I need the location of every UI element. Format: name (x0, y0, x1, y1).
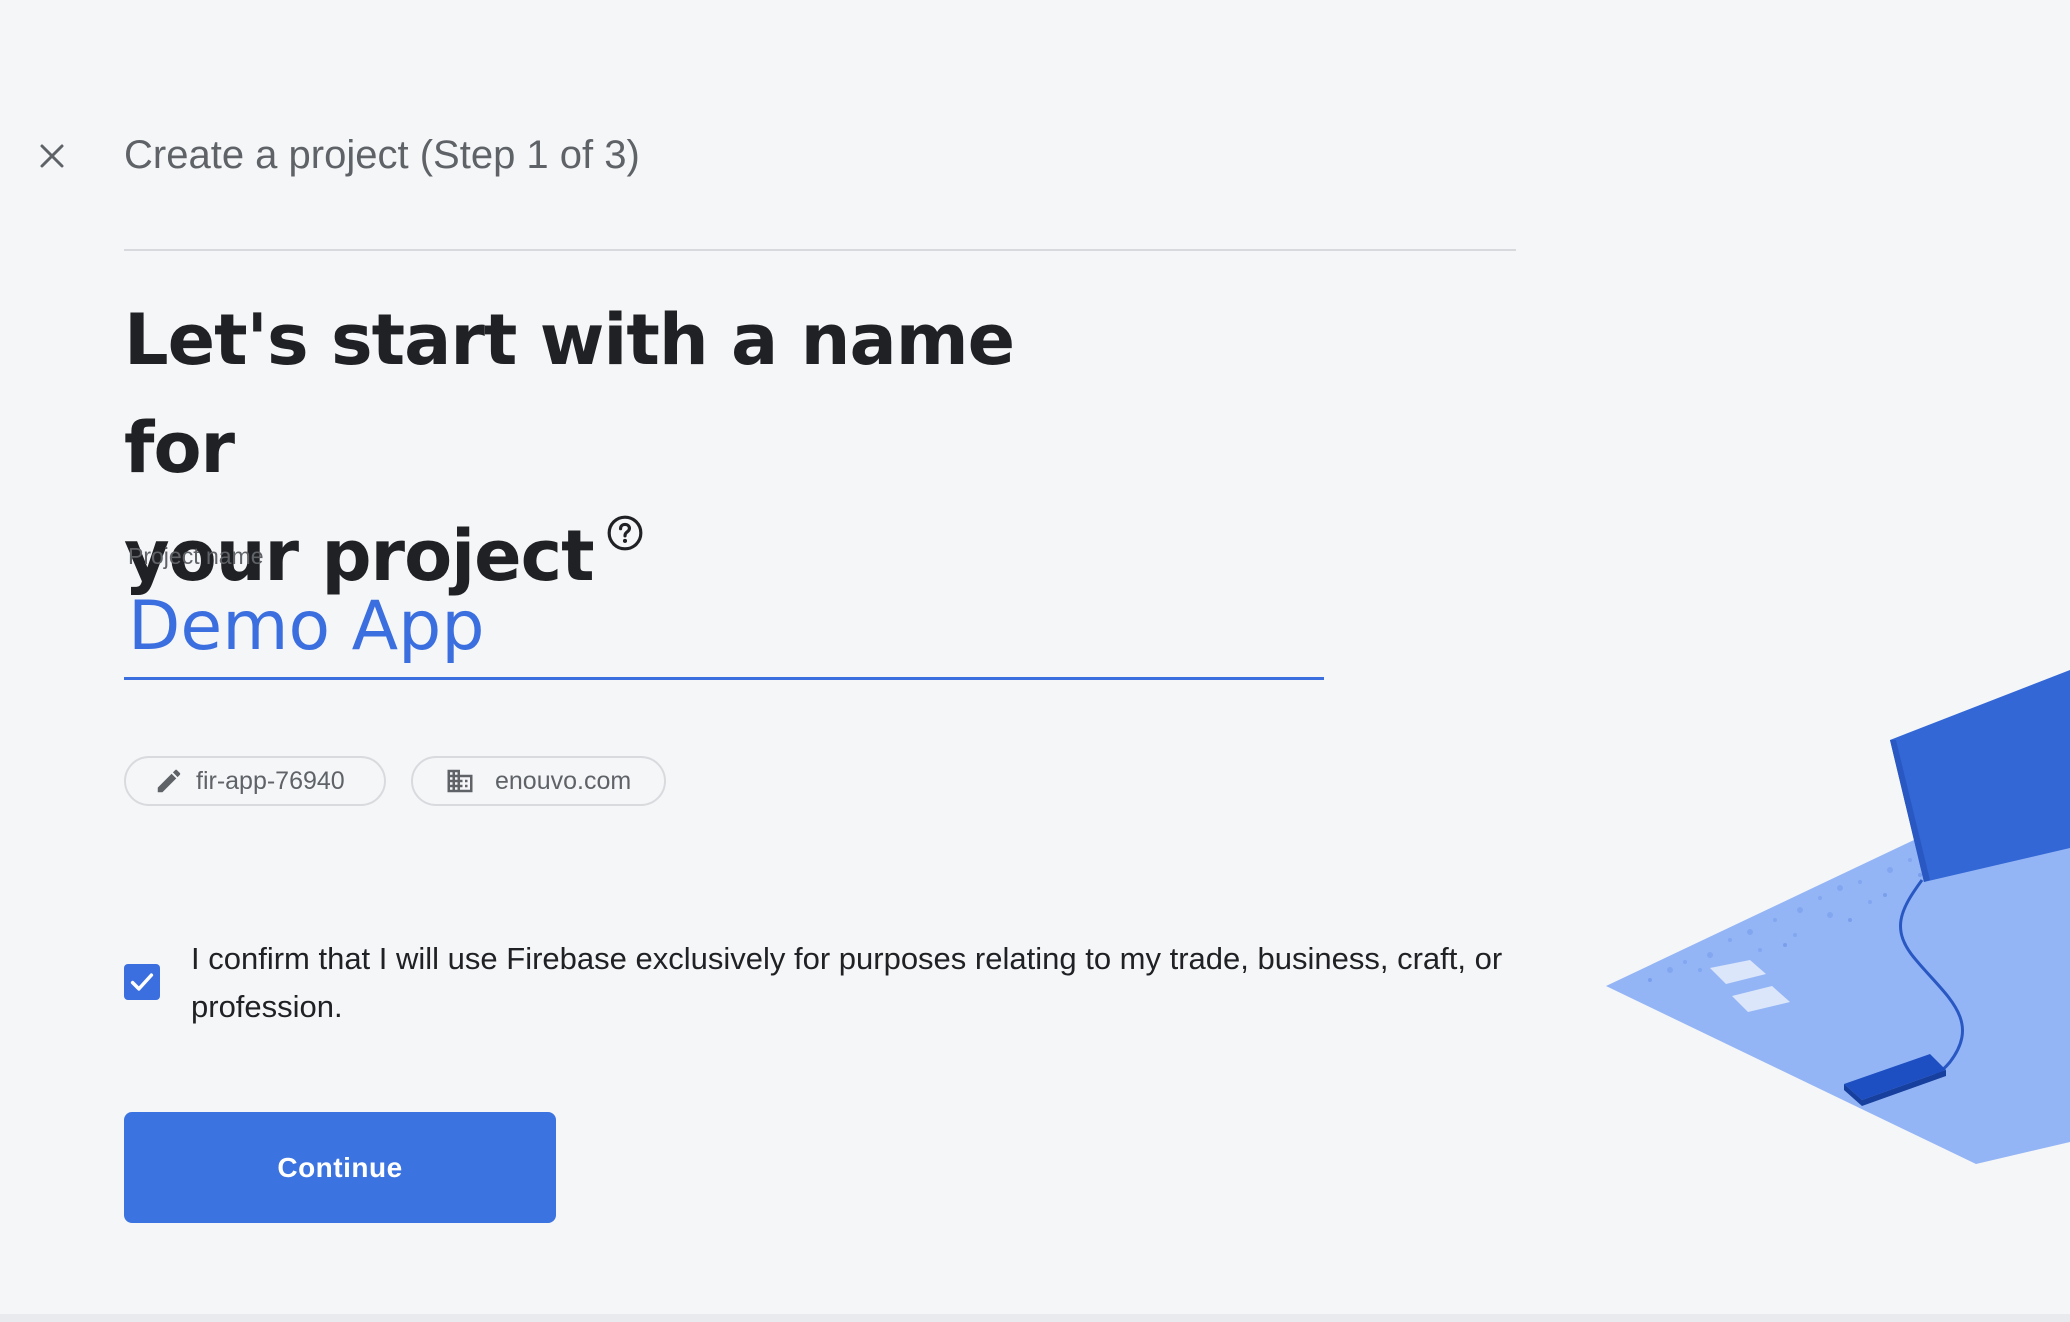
project-id-text: fir-app-76940 (196, 766, 345, 795)
organization-chip[interactable]: enouvo.com (411, 756, 666, 806)
pencil-icon (154, 766, 184, 796)
continue-button[interactable]: Continue (124, 1112, 556, 1223)
building-icon (445, 766, 475, 796)
heading-line-1: Let's start with a name for (124, 299, 1015, 489)
page-bottom-edge (0, 1314, 2070, 1322)
check-icon (130, 973, 154, 991)
page-heading: Let's start with a name for your project (124, 286, 1124, 610)
confirm-checkbox[interactable] (124, 964, 160, 1000)
workspace-illustration (1606, 670, 2070, 1164)
help-circle-icon[interactable] (606, 514, 644, 552)
project-name-label: Project name (128, 543, 264, 569)
page-title: Create a project (Step 1 of 3) (124, 133, 640, 177)
close-icon (40, 144, 64, 168)
project-id-chip[interactable]: fir-app-76940 (124, 756, 386, 806)
project-name-input[interactable] (124, 576, 1324, 680)
organization-text: enouvo.com (495, 766, 632, 795)
close-button[interactable] (30, 134, 74, 178)
confirm-text: I confirm that I will use Firebase exclu… (191, 941, 1503, 1024)
header-divider (124, 249, 1516, 251)
